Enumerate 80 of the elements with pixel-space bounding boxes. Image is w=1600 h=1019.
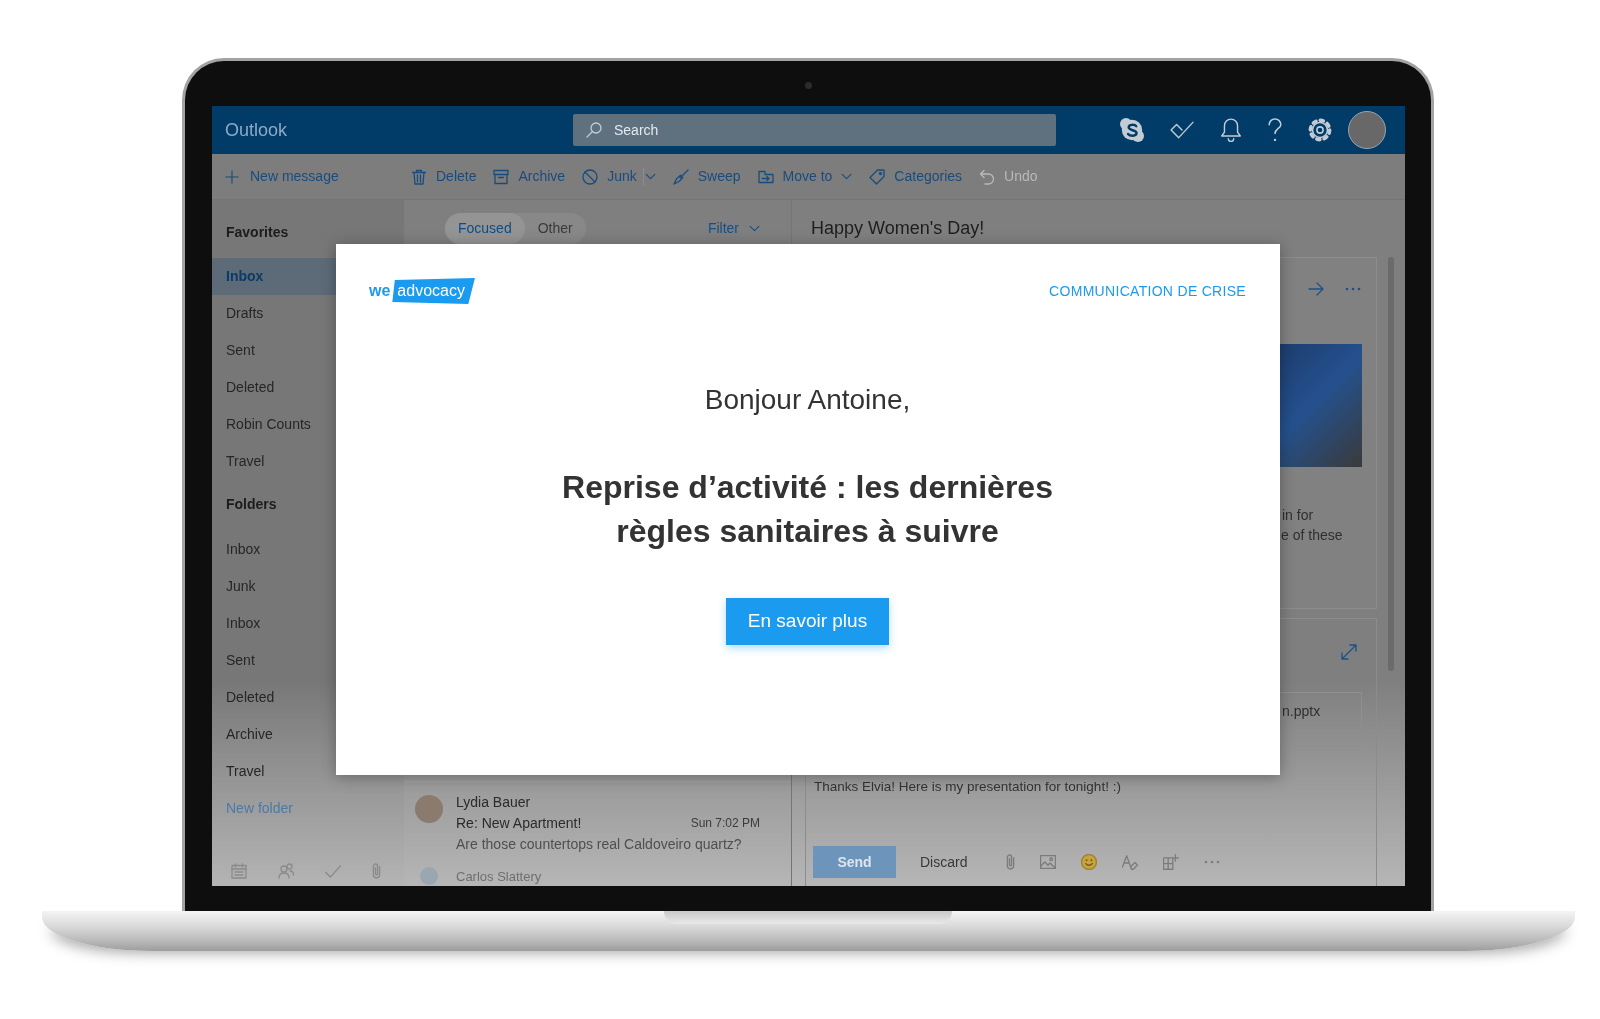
send-button[interactable]: Send xyxy=(813,846,896,878)
people-icon[interactable] xyxy=(278,863,294,879)
calendar-icon[interactable] xyxy=(231,863,247,879)
more-icon[interactable] xyxy=(1204,860,1221,864)
section-header: Folders xyxy=(225,495,278,514)
table-icon[interactable] xyxy=(1163,854,1180,870)
bell-icon[interactable] xyxy=(1220,118,1242,142)
categories-button[interactable]: Categories xyxy=(869,166,963,187)
folder-item[interactable]: Robin Counts xyxy=(212,406,336,443)
discard-button[interactable]: Discard xyxy=(920,851,968,873)
caret-icon[interactable] xyxy=(841,173,853,180)
logo-tag: advocacy xyxy=(392,278,475,304)
folder-item[interactable]: Deleted xyxy=(212,679,336,716)
caret-icon[interactable] xyxy=(644,173,656,180)
checkmark-icon[interactable] xyxy=(1170,120,1194,140)
more-icon[interactable] xyxy=(1345,287,1361,291)
paperclip-icon[interactable] xyxy=(1006,854,1016,870)
message-text: in for xyxy=(1281,506,1315,525)
new-folder-link[interactable]: New folder xyxy=(212,790,336,827)
new-message-button[interactable]: New message xyxy=(225,166,339,187)
emoji-icon[interactable] xyxy=(1081,854,1098,870)
move-folder-icon xyxy=(757,168,774,185)
ban-icon xyxy=(582,168,599,185)
sender-name: Carlos Slattery xyxy=(456,867,542,885)
chat-logo-icon[interactable] xyxy=(1120,118,1144,142)
paperclip-icon[interactable] xyxy=(372,863,381,879)
sweep-button[interactable]: Sweep xyxy=(672,166,741,187)
image-icon[interactable] xyxy=(1040,855,1057,869)
help-icon[interactable] xyxy=(1268,118,1282,142)
greeting-text: Bonjour Antoine, xyxy=(704,383,911,417)
sender-name: Lydia Bauer xyxy=(456,793,532,812)
message-time: Sun 7:02 PM xyxy=(690,815,760,832)
user-avatar[interactable] xyxy=(1348,111,1386,149)
folder-item[interactable]: Travel xyxy=(212,753,336,790)
view-tab[interactable]: Other xyxy=(524,213,586,244)
contact-avatar xyxy=(415,795,443,823)
folder-item[interactable]: Inbox xyxy=(212,258,336,295)
search-input[interactable]: Search xyxy=(614,119,1034,141)
message-text: e of these xyxy=(1280,526,1344,545)
filter-button[interactable]: Filter xyxy=(707,218,760,239)
headline: Reprise d’activité : les dernières règles sanitaires à suivre xyxy=(561,468,1054,551)
broom-icon xyxy=(672,168,689,185)
archive-box-icon xyxy=(493,168,510,185)
search-icon xyxy=(586,122,602,138)
folder-item[interactable]: Archive xyxy=(212,716,336,753)
expand-icon[interactable] xyxy=(1341,644,1357,660)
trash-icon xyxy=(411,168,427,185)
tag-icon xyxy=(869,168,886,185)
folder-item[interactable]: Inbox xyxy=(212,531,336,568)
folder-item[interactable]: Drafts xyxy=(212,295,336,332)
plus-icon xyxy=(225,169,239,184)
camera-icon xyxy=(805,82,812,89)
email-subject: Happy Women's Day! xyxy=(811,217,985,240)
message-preview: Are those countertops real Caldoveiro quartz? xyxy=(456,835,743,854)
folder-item[interactable]: Deleted xyxy=(212,369,336,406)
undo-icon xyxy=(979,168,996,185)
folder-item[interactable]: Sent xyxy=(212,642,336,679)
folder-item[interactable]: Inbox xyxy=(212,605,336,642)
search-field[interactable]: Search xyxy=(573,114,1056,146)
settings-icon[interactable] xyxy=(1308,118,1332,142)
junk-button[interactable]: Junk xyxy=(582,166,637,187)
app-title: Outlook xyxy=(225,119,288,140)
folder-item[interactable]: Sent xyxy=(212,332,336,369)
right-arrow-icon[interactable] xyxy=(1308,281,1324,297)
caret-icon xyxy=(749,225,760,232)
checkmark-icon[interactable] xyxy=(325,864,341,878)
reply-text: Thanks Elvia! Here is my presentation for tonight! :) xyxy=(813,779,1122,795)
logo-text: we xyxy=(369,281,391,301)
folder-item[interactable]: Junk xyxy=(212,568,336,605)
folder-item[interactable]: Travel xyxy=(212,443,336,480)
contact-avatar xyxy=(420,867,438,885)
section-header: Favorites xyxy=(225,223,290,242)
text-format-icon[interactable] xyxy=(1122,854,1139,870)
move-to-button[interactable]: Move to xyxy=(757,166,833,187)
view-tab[interactable]: Focused xyxy=(445,213,525,244)
category-label: COMMUNICATION DE CRISE xyxy=(1049,281,1246,301)
learn-more-button[interactable]: En savoir plus xyxy=(725,598,890,645)
delete-button[interactable]: Delete xyxy=(411,166,477,187)
message-subject: Re: New Apartment! xyxy=(456,814,582,833)
archive-button[interactable]: Archive xyxy=(493,166,566,187)
